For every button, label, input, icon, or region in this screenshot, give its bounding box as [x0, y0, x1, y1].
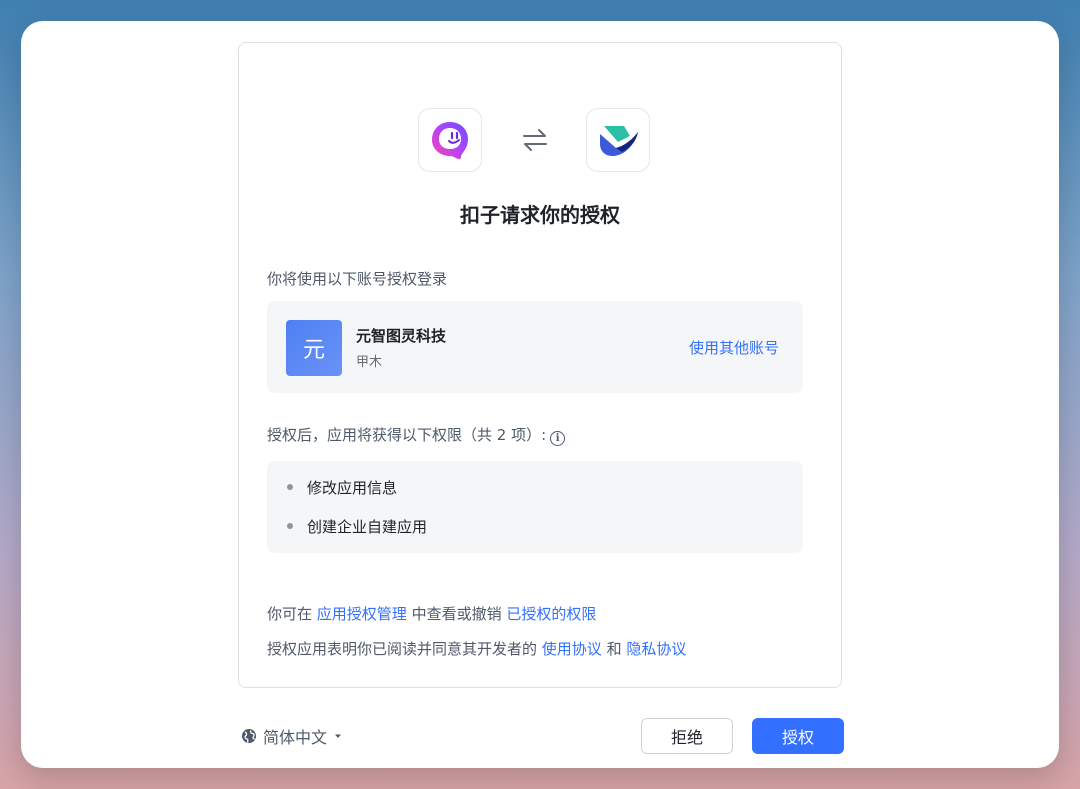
page-title: 扣子请求你的授权 — [460, 203, 620, 227]
account-name: 元智图灵科技 — [356, 327, 447, 345]
agreement-hint: 授权应用表明你已阅读并同意其开发者的 使用协议 和 隐私协议 — [267, 638, 686, 659]
privacy-policy-link[interactable]: 隐私协议 — [626, 640, 686, 658]
language-selector[interactable]: 简体中文 — [241, 724, 343, 748]
auth-card: 扣子请求你的授权 你将使用以下账号授权登录 元 元智图灵科技 甲木 使用其他账号… — [238, 42, 842, 688]
avatar: 元 — [286, 320, 342, 376]
granted-permissions-link[interactable]: 已授权的权限 — [506, 605, 596, 623]
coze-ghost-icon — [432, 122, 468, 159]
caret-down-icon — [335, 734, 342, 738]
globe-icon — [242, 729, 256, 743]
permission-section-label: 授权后，应用将获得以下权限（共 2 项）: i — [267, 424, 566, 446]
list-item: 修改应用信息 — [287, 477, 397, 498]
window: 扣子请求你的授权 你将使用以下账号授权登录 元 元智图灵科技 甲木 使用其他账号… — [21, 21, 1059, 768]
manage-hint-prefix: 你可在 — [267, 605, 317, 623]
app-auth-manage-link[interactable]: 应用授权管理 — [317, 605, 407, 623]
manage-hint-middle: 中查看或撤销 — [406, 605, 507, 623]
permission-section-text: 授权后，应用将获得以下权限（共 2 项）: — [267, 426, 547, 444]
app-logos — [239, 108, 841, 174]
feishu-logo — [586, 108, 650, 172]
account-sub: 甲木 — [356, 355, 383, 370]
reject-button[interactable]: 拒绝 — [641, 718, 733, 754]
switch-account-link[interactable]: 使用其他账号 — [689, 337, 779, 358]
swap-arrows-icon — [523, 129, 547, 151]
info-icon[interactable]: i — [550, 431, 566, 446]
account-section-label: 你将使用以下账号授权登录 — [267, 270, 448, 288]
agreement-hint-prefix: 授权应用表明你已阅读并同意其开发者的 — [267, 640, 542, 658]
authorize-button[interactable]: 授权 — [752, 718, 844, 754]
agreement-hint-middle: 和 — [601, 640, 627, 658]
terms-of-use-link[interactable]: 使用协议 — [542, 640, 602, 658]
coze-logo — [418, 108, 482, 172]
permission-list: 修改应用信息 创建企业自建应用 — [267, 461, 803, 553]
feishu-bird-icon — [600, 126, 638, 156]
account-card: 元 元智图灵科技 甲木 使用其他账号 — [267, 301, 803, 393]
language-label: 简体中文 — [263, 728, 328, 747]
list-item: 创建企业自建应用 — [287, 516, 427, 537]
manage-hint: 你可在 应用授权管理 中查看或撤销 已授权的权限 — [267, 603, 596, 624]
